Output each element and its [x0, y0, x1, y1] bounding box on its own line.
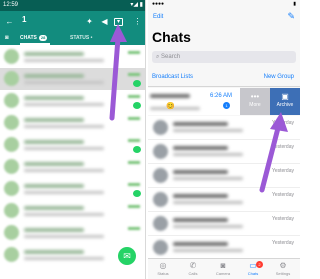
- camera-icon[interactable]: ◙: [5, 32, 9, 45]
- tab-chats[interactable]: ▭ 2 Chats: [238, 261, 268, 276]
- avatar: [153, 144, 168, 159]
- android-whatsapp-screen: 12:59 ▾◢ ▮ ← 1 ✦ ◀ ▾ ⋮ ◙ CHATS 28 STATUS …: [0, 0, 146, 279]
- gear-icon: ⚙: [279, 261, 287, 270]
- list-item[interactable]: [0, 134, 145, 156]
- tab-label: Chats: [247, 271, 259, 276]
- new-group-link[interactable]: New Group: [264, 74, 294, 80]
- tab-camera[interactable]: ◙ Camera: [208, 261, 238, 276]
- list-item[interactable]: Yesterday: [148, 140, 300, 164]
- list-item[interactable]: [0, 90, 145, 112]
- divider: [148, 86, 300, 87]
- tab-calls[interactable]: ✆ Calls: [178, 261, 208, 276]
- list-item[interactable]: Yesterday: [148, 188, 300, 212]
- avatar: [153, 216, 168, 231]
- row-time: Yesterday: [271, 120, 294, 126]
- back-arrow-icon[interactable]: ←: [4, 16, 15, 27]
- unread-badge: 28: [38, 35, 48, 41]
- status-icon: ◎: [159, 261, 167, 270]
- row-time: 6:26 AM: [210, 93, 233, 99]
- avatar: [153, 168, 168, 183]
- list-item[interactable]: [0, 112, 145, 134]
- pin-icon[interactable]: ✦: [84, 16, 95, 27]
- archive-label: Archive: [276, 102, 294, 108]
- list-item[interactable]: Yesterday: [148, 164, 300, 188]
- list-item-selected[interactable]: [0, 68, 145, 90]
- emoji-icon: 😊: [166, 103, 175, 110]
- status-time: 12:59: [3, 2, 19, 8]
- avatar: [153, 120, 168, 135]
- avatar: [4, 159, 19, 174]
- more-label: More: [249, 102, 261, 108]
- avatar: [4, 115, 19, 130]
- camera-icon: ◙: [220, 261, 226, 270]
- list-item[interactable]: [0, 200, 145, 222]
- list-item[interactable]: Yesterday: [148, 116, 300, 140]
- mute-icon[interactable]: ◀: [99, 16, 110, 27]
- list-item[interactable]: [0, 222, 145, 244]
- tab-status[interactable]: STATUS •: [70, 32, 92, 45]
- tab-indicator: [20, 43, 50, 45]
- ellipsis-icon: •••: [250, 92, 260, 101]
- unread-badge: 1: [223, 102, 230, 109]
- tab-settings[interactable]: ⚙ Settings: [268, 261, 298, 276]
- archive-icon[interactable]: ▾: [114, 18, 123, 26]
- chats-icon: ▭: [249, 261, 257, 270]
- archive-icon: ▣: [281, 92, 289, 101]
- overflow-menu-icon[interactable]: ⋮: [132, 16, 143, 27]
- list-item[interactable]: [0, 178, 145, 200]
- status-indicators: ▾◢ ▮: [130, 2, 143, 8]
- avatar: [4, 49, 19, 64]
- phone-icon: ✆: [189, 261, 197, 270]
- avatar: [4, 93, 19, 108]
- row-time: Yesterday: [271, 240, 294, 246]
- battery-icon: ▮: [293, 1, 296, 7]
- tab-label: Settings: [275, 271, 291, 276]
- row-time: Yesterday: [271, 144, 294, 150]
- edit-button[interactable]: Edit: [153, 14, 163, 20]
- avatar: [153, 192, 168, 207]
- search-input[interactable]: ⌕ Search: [152, 51, 296, 63]
- signal-icon: ●●●●: [152, 1, 165, 7]
- page-title: Chats: [152, 29, 191, 45]
- list-item[interactable]: [0, 46, 145, 68]
- ios-whatsapp-screen: ●●●● ▮ Edit ✎ Chats ⌕ Search Broadcast L…: [148, 0, 300, 279]
- archive-button[interactable]: ▣ Archive: [270, 88, 300, 115]
- android-status-bar: 12:59 ▾◢ ▮: [0, 0, 145, 11]
- tab-label: Status: [157, 271, 169, 276]
- row-time: Yesterday: [271, 192, 294, 198]
- avatar: [4, 137, 19, 152]
- list-item[interactable]: [0, 156, 145, 178]
- broadcast-lists-link[interactable]: Broadcast Lists: [152, 74, 193, 80]
- ios-status-bar: ●●●● ▮: [148, 0, 300, 9]
- ios-tab-bar: ◎ Status ✆ Calls ◙ Camera ▭ 2 Chats ⚙ Settings: [148, 258, 300, 279]
- avatar: [4, 71, 19, 86]
- compose-icon[interactable]: ✎: [287, 11, 295, 22]
- avatar: [4, 203, 19, 218]
- tab-label: Calls: [188, 271, 198, 276]
- more-button[interactable]: ••• More: [240, 88, 270, 115]
- avatar: [4, 225, 19, 240]
- list-item[interactable]: Yesterday: [148, 236, 300, 260]
- tab-label: Camera: [215, 271, 231, 276]
- avatar: [153, 240, 168, 255]
- selection-toolbar: ← 1 ✦ ◀ ▾ ⋮: [0, 11, 145, 32]
- row-time: Yesterday: [271, 168, 294, 174]
- list-item[interactable]: Yesterday: [148, 212, 300, 236]
- tab-status[interactable]: ◎ Status: [148, 261, 178, 276]
- avatar: [4, 247, 19, 262]
- avatar: [4, 181, 19, 196]
- new-chat-icon[interactable]: ✉: [118, 247, 136, 265]
- search-placeholder: Search: [161, 54, 181, 60]
- tab-chats-label: CHATS: [20, 35, 37, 41]
- selected-count: 1: [22, 15, 27, 24]
- row-time: Yesterday: [271, 216, 294, 222]
- chats-badge: 2: [256, 261, 263, 268]
